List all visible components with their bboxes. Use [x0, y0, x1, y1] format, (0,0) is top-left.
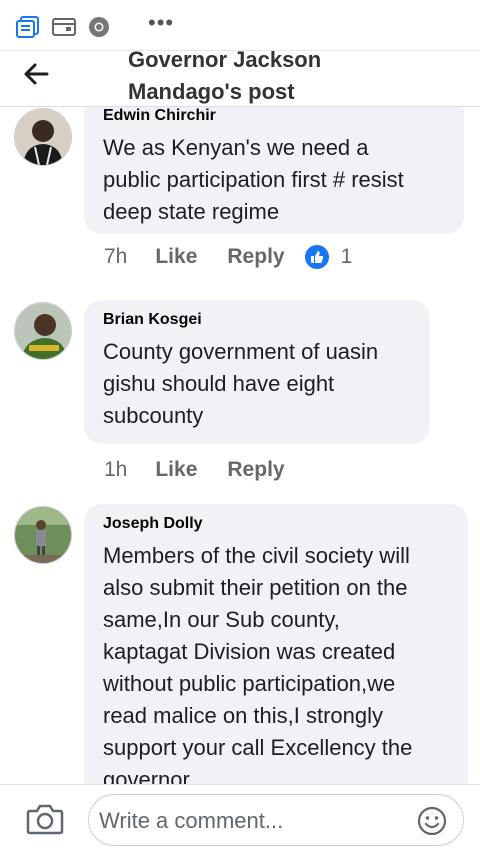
reaction-summary[interactable]: 1	[304, 245, 353, 269]
like-button[interactable]: Like	[155, 245, 197, 269]
comment-text-line: support your call Excellency the	[103, 735, 413, 760]
reaction-count: 1	[340, 245, 353, 268]
comment-author[interactable]: Edwin Chirchir	[103, 106, 446, 126]
emoji-button[interactable]	[417, 806, 447, 841]
reply-button[interactable]: Reply	[227, 458, 284, 482]
comment-bubble[interactable]: Joseph Dolly Members of the civil societ…	[84, 504, 468, 784]
comment-text: County government of uasin gishu should …	[103, 336, 412, 432]
like-button[interactable]: Like	[155, 458, 197, 482]
avatar[interactable]	[14, 302, 72, 360]
comment-text-line: deep state regime	[103, 199, 280, 224]
comment-text-line: without public participation,we	[103, 671, 396, 696]
comment-input[interactable]	[97, 795, 401, 847]
comment-text: Members of the civil society will also s…	[103, 540, 450, 784]
comment-text-line: We as Kenyan's we need a	[103, 135, 369, 160]
camera-button[interactable]	[26, 803, 64, 840]
smiley-icon	[417, 806, 447, 836]
comment-text-line: gishu should have eight	[103, 371, 335, 396]
comment-text-line: County government of uasin	[103, 339, 379, 364]
comment-text-line: same,In our Sub county,	[103, 607, 340, 632]
comment-author[interactable]: Brian Kosgei	[103, 310, 412, 330]
comments-list[interactable]: Edwin Chirchir We as Kenyan's we need a …	[0, 106, 480, 784]
comment-text: We as Kenyan's we need a public particip…	[103, 132, 446, 228]
thumbs-up-icon	[304, 245, 329, 269]
comment-input-container[interactable]	[88, 794, 464, 847]
back-button[interactable]	[20, 58, 52, 90]
comment-composer	[0, 784, 480, 855]
comment-actions: 1h Like Reply	[104, 455, 315, 485]
arrow-left-icon	[24, 63, 49, 85]
page-title: Governor Jackson Mandago's post	[128, 44, 428, 108]
comment-text-line: Members of the civil society will	[103, 543, 410, 568]
post-header: Governor Jackson Mandago's post	[0, 44, 480, 107]
comment-actions: 7h Like Reply 1	[104, 242, 352, 272]
comment-text-line: also submit their petition on the	[103, 575, 408, 600]
avatar[interactable]	[14, 108, 72, 166]
comment-time: 7h	[104, 245, 128, 268]
reply-button[interactable]: Reply	[227, 245, 284, 269]
notes-icon	[16, 16, 40, 43]
comment-bubble[interactable]: Edwin Chirchir We as Kenyan's we need a …	[84, 106, 464, 234]
more-icon: •••	[148, 10, 175, 35]
camera-icon	[26, 804, 64, 835]
comment-text-line: read malice on this,I strongly	[103, 703, 384, 728]
comment-text-line: governor.	[103, 767, 195, 784]
calendar-icon	[52, 16, 76, 41]
comment-text-line: kaptagat Division was created	[103, 639, 396, 664]
avatar[interactable]	[14, 506, 72, 564]
comment-bubble[interactable]: Brian Kosgei County government of uasin …	[84, 300, 430, 444]
chrome-icon	[88, 16, 110, 43]
comment-text-line: subcounty	[103, 403, 204, 428]
status-bar: •••	[0, 0, 480, 51]
comment-time: 1h	[104, 458, 128, 481]
comment-text-line: public participation first # resist	[103, 167, 404, 192]
comment-author[interactable]: Joseph Dolly	[103, 514, 450, 534]
page-title-line2: Mandago's post	[128, 79, 295, 104]
